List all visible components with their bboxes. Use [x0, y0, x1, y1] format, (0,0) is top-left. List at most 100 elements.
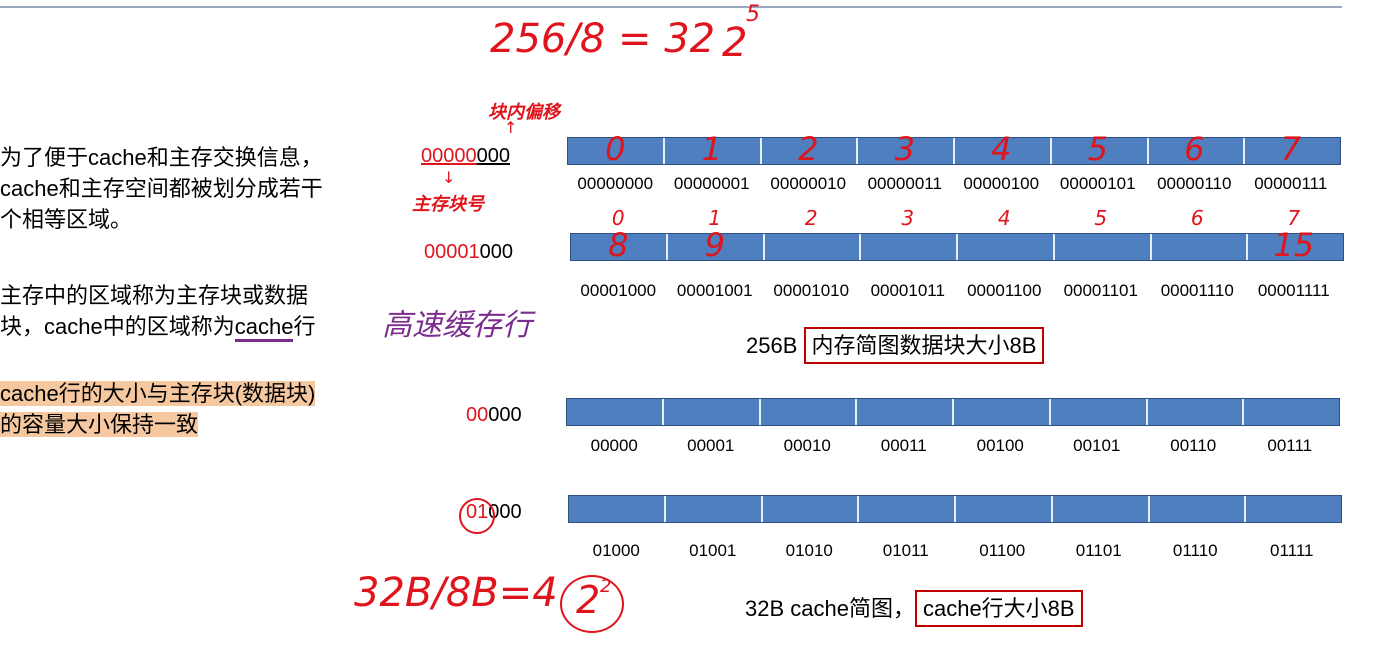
cache-label: 01001 — [689, 541, 737, 560]
memory-caption: 256B 内存简图数据块大小8B — [746, 327, 1045, 364]
cache-label: 00001 — [687, 436, 735, 455]
handwritten-top-power-base: 2 — [722, 20, 748, 66]
p1-line3: 个相等区域。 — [0, 207, 133, 232]
cache-label: 00101 — [1073, 436, 1121, 455]
p3-line2-highlight: 的容量大小保持一致 — [0, 412, 199, 437]
paragraph-1: 为了便于cache和主存交换信息， cache和主存空间都被划分成若干 个相等区… — [0, 142, 323, 235]
cache-label: 01000 — [592, 541, 640, 560]
memory-label: 00000001 — [673, 174, 750, 193]
cache-label: 01111 — [1270, 541, 1314, 560]
p2-line2-c: 行 — [293, 314, 316, 339]
p3-line1: cache行的大小与主存块(数据块) — [0, 378, 316, 409]
handwritten-number: 4 — [991, 130, 1012, 168]
mem-address-1-offset: 000 — [476, 145, 510, 167]
p3-line1-highlight: cache行的大小与主存块(数据块) — [0, 381, 316, 406]
memory-label: 00000101 — [1059, 174, 1136, 193]
cache-line — [1050, 399, 1148, 425]
p2-line2-a: 块，cache中的区域称为 — [0, 314, 235, 339]
handwritten-number — [763, 226, 860, 264]
cache-caption: 32B cache简图， cache行大小8B — [745, 590, 1083, 627]
handwritten-cache-line-note: 高速缓存行 — [382, 308, 532, 343]
memory-labels-1: 00000000 00000001 00000010 00000011 0000… — [567, 174, 1339, 194]
handwritten-number: 6 — [1184, 130, 1205, 168]
handwritten-number — [1149, 226, 1246, 264]
cache-label: 01100 — [979, 541, 1026, 560]
memory-label: 00001111 — [1257, 281, 1330, 300]
handwritten-number: 7 — [1280, 130, 1301, 168]
cache-line — [1052, 496, 1150, 522]
cache-bar-1 — [566, 398, 1340, 426]
memory-label: 00000111 — [1254, 174, 1328, 193]
cache-bar-2 — [568, 495, 1342, 523]
cache-label: 00111 — [1267, 436, 1313, 455]
memory-label: 00001010 — [773, 281, 850, 300]
cache-address-1-tag: 00 — [466, 404, 489, 426]
p2-cache-word: cache — [234, 314, 294, 342]
memory-label: 00000100 — [963, 174, 1040, 193]
cache-line — [954, 399, 1051, 425]
memory-label: 00001000 — [580, 281, 657, 300]
circle-mark — [459, 498, 495, 534]
mem-address-2: 00001000 — [424, 241, 513, 264]
cache-labels-2: 01000 01001 01010 01011 01100 01101 0111… — [568, 541, 1340, 561]
handwritten-row2-low-numbers: 8 9 15 — [570, 226, 1342, 264]
cache-line — [1147, 399, 1245, 425]
handwritten-up-arrow: ↑ — [504, 118, 518, 137]
cache-label: 01010 — [785, 541, 833, 560]
handwritten-number: 15 — [1273, 226, 1315, 264]
cache-line — [1149, 496, 1247, 522]
cache-line — [762, 496, 860, 522]
handwritten-block-offset: 块内偏移 — [488, 102, 560, 123]
cache-label: 01101 — [1075, 541, 1122, 560]
paragraph-3: cache行的大小与主存块(数据块) 的容量大小保持一致 — [0, 378, 316, 440]
memory-label: 00001100 — [967, 281, 1042, 300]
cache-line — [1244, 399, 1339, 425]
cache-label: 00100 — [976, 436, 1024, 455]
cache-label: 00010 — [783, 436, 831, 455]
cache-label: 01110 — [1172, 541, 1218, 560]
cache-caption-box: cache行大小8B — [914, 590, 1083, 627]
cache-labels-1: 00000 00001 00010 00011 00100 00101 0011… — [566, 436, 1338, 456]
memory-label: 00001110 — [1160, 281, 1234, 300]
handwritten-top-power-exp: 5 — [746, 2, 760, 27]
p1-line2: cache和主存空间都被划分成若干 — [0, 176, 323, 201]
handwritten-number — [1053, 226, 1150, 264]
memory-label: 00000000 — [577, 174, 654, 193]
handwritten-number: 2 — [798, 130, 819, 168]
handwritten-bottom-power-base: 2 — [576, 578, 601, 622]
cache-line — [956, 496, 1053, 522]
cache-line — [1246, 496, 1341, 522]
memory-label: 00000010 — [770, 174, 847, 193]
handwritten-down-arrow: ↓ — [442, 168, 456, 187]
memory-label: 00000110 — [1157, 174, 1232, 193]
handwritten-number: 5 — [1087, 130, 1108, 168]
memory-label: 00001011 — [870, 281, 945, 300]
handwritten-bottom-power-exp: 2 — [600, 576, 612, 597]
p2-line2: 块，cache中的区域称为cache行 — [0, 311, 315, 342]
handwritten-number — [956, 226, 1053, 264]
cache-line — [569, 496, 666, 522]
memory-label: 00000011 — [867, 174, 942, 193]
cache-line — [857, 399, 954, 425]
memory-label: 00001101 — [1063, 281, 1138, 300]
cache-label: 00000 — [590, 436, 638, 455]
cache-label: 00011 — [880, 436, 927, 455]
handwritten-number — [860, 226, 957, 264]
mem-address-2-offset: 000 — [479, 241, 513, 263]
handwritten-bottom-formula: 32B/8B=4 — [354, 570, 558, 616]
mem-address-1-tag: 00000 — [421, 145, 477, 167]
cache-line — [859, 496, 956, 522]
handwritten-block-number: 主存块号 — [412, 194, 484, 215]
cache-label: 01011 — [882, 541, 929, 560]
handwritten-number: 0 — [605, 130, 626, 168]
mem-address-1: 00000000 — [421, 145, 510, 168]
top-divider — [0, 6, 1342, 8]
handwritten-number: 9 — [704, 226, 725, 264]
cache-address-1-offset: 000 — [488, 404, 522, 426]
handwritten-number: 8 — [608, 226, 629, 264]
cache-address-1: 00000 — [466, 404, 522, 427]
memory-caption-box: 内存简图数据块大小8B — [803, 327, 1045, 364]
cache-line — [567, 399, 664, 425]
memory-caption-prefix: 256B — [746, 333, 804, 358]
p3-line2: 的容量大小保持一致 — [0, 409, 315, 440]
